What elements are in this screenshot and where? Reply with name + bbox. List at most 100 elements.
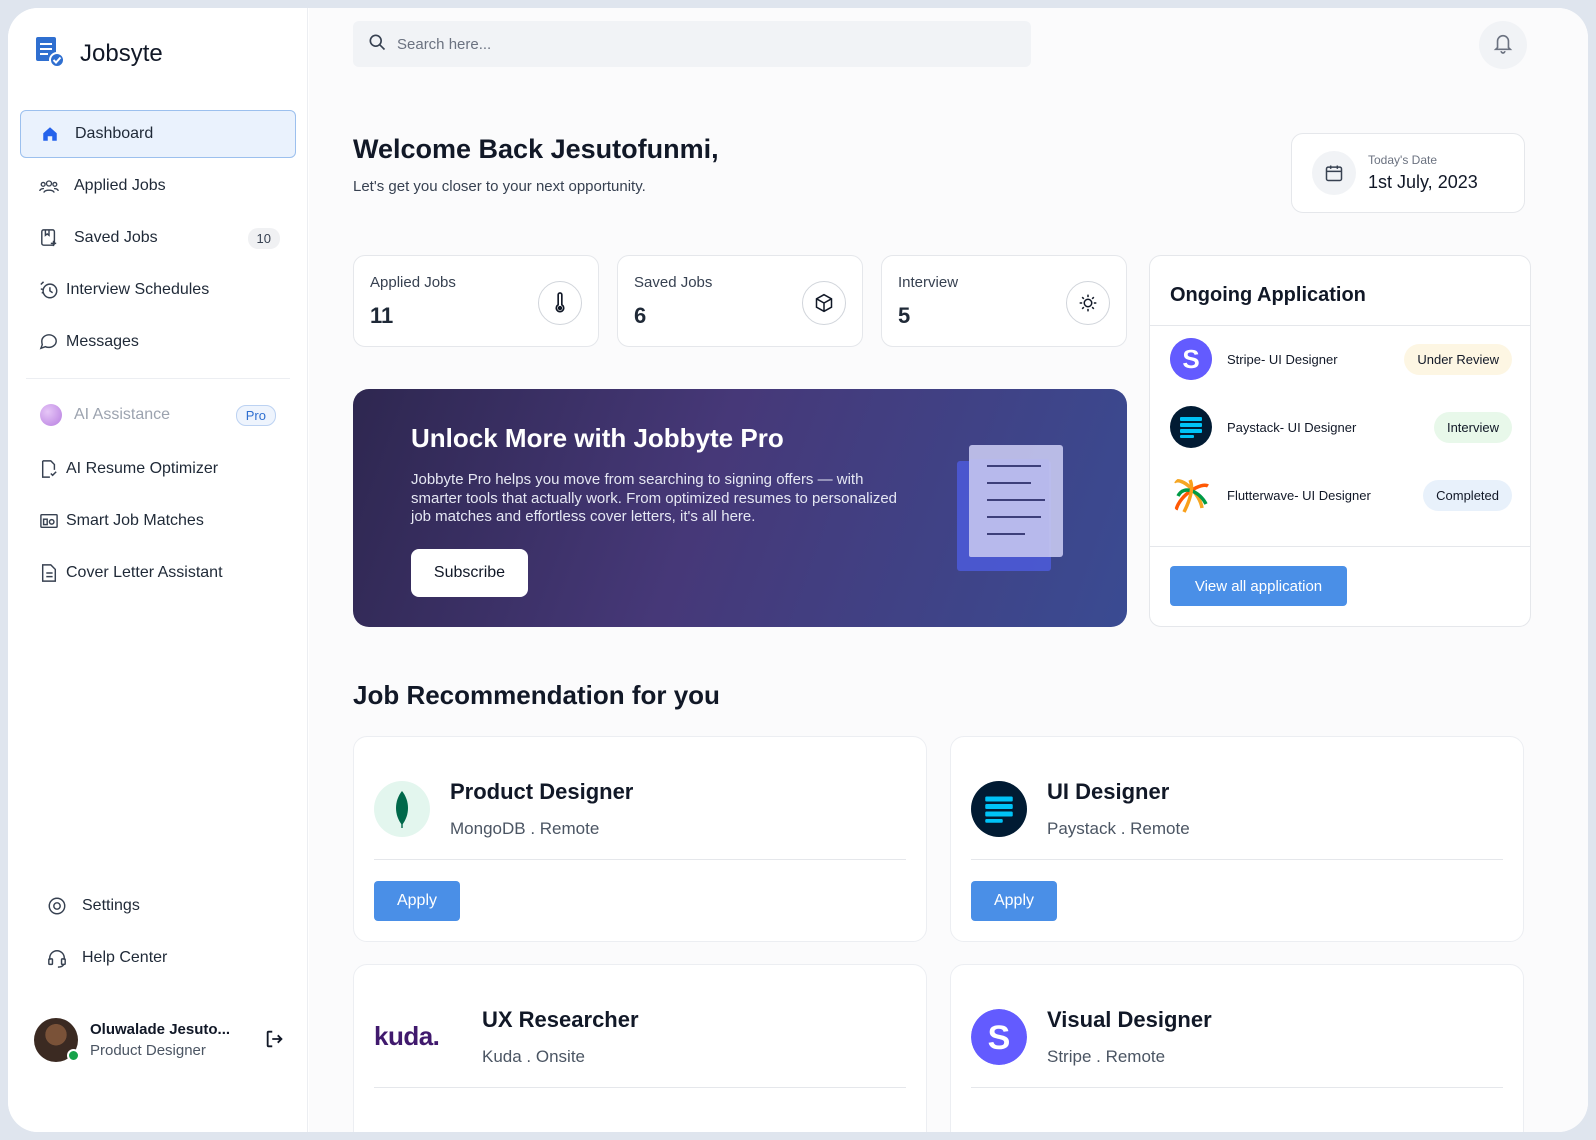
job-meta: Paystack . Remote — [1047, 819, 1190, 838]
todays-date-card: Today's Date 1st July, 2023 — [1291, 133, 1525, 213]
search-bar[interactable] — [353, 21, 1031, 67]
user-profile[interactable]: Oluwalade Jesuto... Product Designer — [34, 1018, 294, 1062]
job-meta: Kuda . Onsite — [482, 1047, 586, 1066]
date-label: Today's Date — [1368, 153, 1437, 167]
date-value: 1st July, 2023 — [1368, 172, 1478, 192]
jobsyte-logo-icon — [34, 34, 66, 73]
sidebar-item-smart-job-matches[interactable]: Smart Job Matches — [20, 497, 296, 545]
bookmark-add-icon — [38, 227, 60, 249]
app-logo[interactable]: Jobsyte — [34, 34, 163, 73]
sidebar-item-applied-jobs[interactable]: Applied Jobs — [20, 162, 296, 210]
card-divider — [374, 859, 906, 860]
stat-card-applied-jobs[interactable]: Applied Jobs 11 — [353, 255, 599, 347]
sidebar-item-interview-schedules[interactable]: Interview Schedules — [20, 266, 296, 314]
promo-title: Unlock More with Jobbyte Pro — [411, 423, 784, 453]
apply-button[interactable]: Apply — [374, 881, 460, 921]
job-card[interactable]: UI Designer Paystack . Remote Apply — [950, 736, 1524, 942]
user-role: Product Designer — [90, 1042, 206, 1059]
card-divider — [374, 1087, 906, 1088]
bell-icon — [1493, 32, 1513, 59]
application-row[interactable]: S Stripe- UI Designer Under Review — [1170, 337, 1512, 381]
svg-text:S: S — [988, 1019, 1011, 1057]
sidebar-item-messages[interactable]: Messages — [20, 318, 296, 366]
panel-divider — [1150, 546, 1530, 547]
page-subtitle: Let's get you closer to your next opport… — [353, 178, 646, 195]
subscribe-button[interactable]: Subscribe — [411, 549, 528, 597]
ai-section: AI Assistance Pro AI Resume Optimizer Sm… — [20, 368, 296, 601]
svg-text:S: S — [1182, 344, 1199, 374]
cube-icon — [802, 281, 846, 325]
sidebar-item-label: AI Resume Optimizer — [66, 460, 219, 477]
card-divider — [971, 859, 1503, 860]
sidebar-item-label: Dashboard — [75, 125, 154, 142]
sidebar-item-label: Saved Jobs — [74, 229, 158, 246]
app-window: Jobsyte Dashboard Applied Jobs Saved Job… — [8, 8, 1588, 1132]
sidebar-item-saved-jobs[interactable]: Saved Jobs 10 — [20, 214, 296, 262]
application-row[interactable]: Flutterwave- UI Designer Completed — [1170, 473, 1512, 517]
sidebar-item-label: Interview Schedules — [66, 281, 210, 298]
job-meta: Stripe . Remote — [1047, 1047, 1166, 1066]
app-name: Jobsyte — [80, 39, 163, 67]
stat-card-saved-jobs[interactable]: Saved Jobs 6 — [617, 255, 863, 347]
sidebar-item-ai-resume-optimizer[interactable]: AI Resume Optimizer — [20, 445, 296, 493]
home-icon — [39, 123, 61, 145]
job-meta: MongoDB . Remote — [450, 819, 600, 838]
ai-assistance-header[interactable]: AI Assistance Pro — [20, 393, 296, 437]
status-badge: Completed — [1423, 479, 1512, 511]
view-all-applications-button[interactable]: View all application — [1170, 566, 1347, 606]
main-content: Welcome Back Jesutofunmi, Let's get you … — [309, 8, 1588, 1132]
ai-assistance-label: AI Assistance — [74, 406, 171, 423]
main-nav: Dashboard Applied Jobs Saved Jobs 10 Int… — [20, 110, 296, 370]
calendar-icon — [1312, 151, 1356, 195]
sidebar-item-help-center[interactable]: Help Center — [20, 934, 296, 982]
application-name: Stripe- UI Designer — [1227, 351, 1338, 367]
sidebar-divider — [26, 378, 290, 379]
mongodb-logo-icon — [374, 781, 430, 837]
pro-badge: Pro — [235, 404, 276, 426]
sidebar-item-label: Applied Jobs — [74, 177, 166, 194]
user-name: Oluwalade Jesuto... — [90, 1021, 231, 1038]
application-name: Paystack- UI Designer — [1227, 419, 1357, 435]
document-icon — [38, 562, 60, 584]
sidebar-item-settings[interactable]: Settings — [20, 882, 296, 930]
ai-orb-icon — [40, 404, 62, 426]
chat-bubble-icon — [38, 331, 60, 353]
sidebar-item-label: Smart Job Matches — [66, 512, 204, 529]
search-icon — [367, 32, 387, 57]
job-title: UX Researcher — [482, 1007, 639, 1032]
paystack-logo-icon — [971, 781, 1027, 837]
sidebar-item-dashboard[interactable]: Dashboard — [20, 110, 296, 158]
ongoing-applications-panel: Ongoing Application S Stripe- UI Designe… — [1149, 255, 1531, 627]
notifications-button[interactable] — [1479, 21, 1527, 69]
bottom-nav: Settings Help Center — [20, 882, 296, 986]
card-divider — [971, 1087, 1503, 1088]
status-badge: Under Review — [1404, 343, 1512, 375]
stat-card-interview[interactable]: Interview 5 — [881, 255, 1127, 347]
gear-icon — [46, 895, 68, 917]
apply-button[interactable]: Apply — [971, 881, 1057, 921]
users-icon — [38, 175, 60, 197]
sidebar-item-label: Cover Letter Assistant — [66, 564, 223, 581]
sidebar-item-label: Help Center — [82, 949, 168, 966]
job-title: Visual Designer — [1047, 1007, 1212, 1032]
application-row[interactable]: Paystack- UI Designer Interview — [1170, 405, 1512, 449]
match-icon — [38, 510, 60, 532]
flutterwave-logo-icon — [1170, 474, 1212, 516]
stripe-logo-icon: S — [971, 1009, 1027, 1065]
job-card[interactable]: S Visual Designer Stripe . Remote — [950, 964, 1524, 1132]
sidebar-item-label: Messages — [66, 333, 139, 350]
job-title: Product Designer — [450, 779, 634, 804]
search-input[interactable] — [397, 35, 997, 53]
headset-icon — [46, 947, 68, 969]
clock-schedule-icon — [38, 279, 60, 301]
job-card[interactable]: kuda. UX Researcher Kuda . Onsite — [353, 964, 927, 1132]
sidebar-item-cover-letter-assistant[interactable]: Cover Letter Assistant — [20, 549, 296, 597]
thermometer-icon — [538, 281, 582, 325]
logout-icon[interactable] — [264, 1028, 286, 1055]
recommendations-title: Job Recommendation for you — [353, 680, 720, 710]
panel-divider — [1150, 325, 1530, 326]
stripe-logo-icon: S — [1170, 338, 1212, 380]
saved-jobs-count-badge: 10 — [247, 227, 280, 249]
ongoing-title: Ongoing Application — [1170, 284, 1366, 306]
job-card[interactable]: Product Designer MongoDB . Remote Apply — [353, 736, 927, 942]
